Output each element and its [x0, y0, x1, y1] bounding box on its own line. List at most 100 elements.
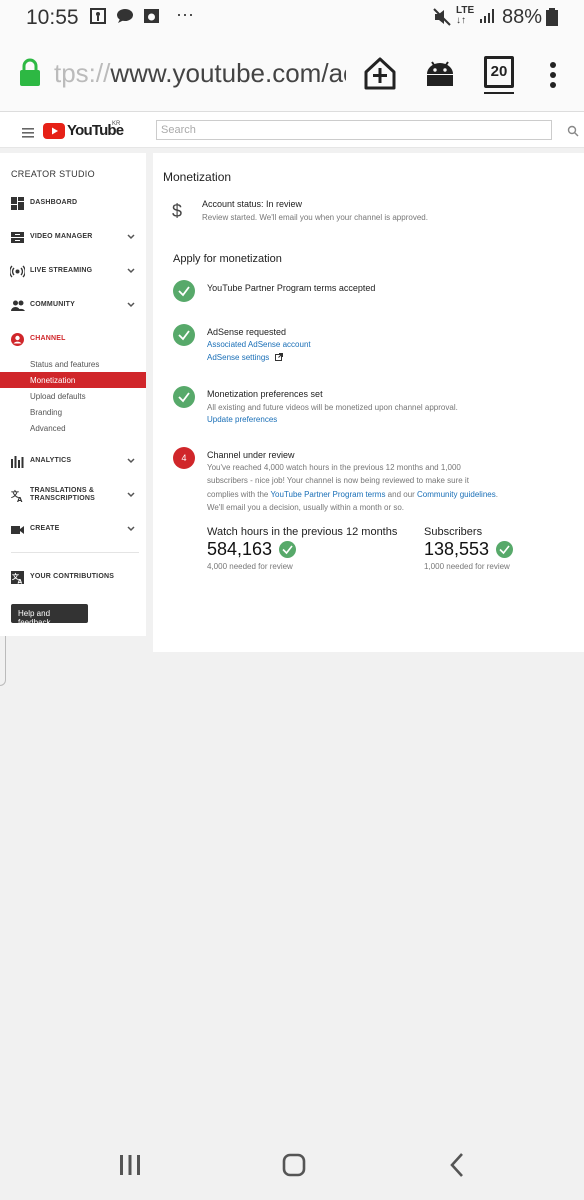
chevron-down-icon[interactable] — [126, 266, 136, 276]
youtube-play-icon — [43, 123, 65, 139]
link-label: AdSense settings — [207, 353, 270, 362]
sub-item-label: Branding — [30, 408, 63, 417]
sidebar-item-video-manager[interactable]: VIDEO MANAGER — [0, 224, 146, 250]
sidebar-item-dashboard[interactable]: DASHBOARD — [0, 190, 146, 216]
more-notifications-icon: ··· — [176, 4, 194, 24]
status-bar: 10:55 ··· LTE ↓↑ 88% — [0, 0, 584, 36]
channel-sub-advanced[interactable]: Advanced — [0, 420, 146, 436]
step-title: YouTube Partner Program terms accepted — [207, 283, 376, 293]
lte-indicator: LTE ↓↑ — [456, 5, 475, 26]
battery-icon — [546, 8, 558, 31]
channel-sub-status[interactable]: Status and features — [0, 356, 146, 372]
battery-percent: 88% — [501, 6, 542, 28]
sidebar-item-your-contributions[interactable]: 文A YOUR CONTRIBUTIONS — [0, 564, 146, 590]
sidebar-divider — [11, 552, 139, 553]
svg-text:A: A — [18, 579, 23, 585]
update-preferences-link[interactable]: Update preferences — [207, 415, 277, 424]
sidebar-item-translations[interactable]: 文A TRANSLATIONS & TRANSCRIPTIONS — [0, 482, 146, 510]
chevron-down-icon[interactable] — [126, 490, 136, 500]
sidebar-item-analytics[interactable]: ANALYTICS — [0, 448, 146, 474]
subscribers-value: 138,553 — [424, 539, 490, 559]
video-manager-icon — [11, 232, 24, 243]
lock-icon[interactable] — [18, 58, 42, 93]
sidebar-item-community[interactable]: COMMUNITY — [0, 292, 146, 318]
help-feedback-button[interactable]: Help and feedback — [11, 604, 88, 627]
tab-count: 20 — [490, 63, 508, 80]
recent-apps-icon[interactable] — [118, 1154, 142, 1181]
stat-label: Subscribers — [424, 526, 483, 538]
browser-toolbar: tps://www.youtube.com/ac 20 — [0, 36, 584, 112]
step-title: Channel under review — [207, 450, 295, 460]
sub-item-label: Advanced — [30, 424, 66, 433]
gallery-icon — [143, 8, 160, 29]
sub-item-label: Monetization — [30, 376, 76, 385]
step-number-badge: 4 — [173, 447, 195, 469]
check-icon — [173, 280, 195, 302]
channel-sub-monetization[interactable]: Monetization — [0, 372, 146, 388]
adsense-settings-link[interactable]: AdSense settings — [207, 353, 283, 362]
sidebar-item-live-streaming[interactable]: LIVE STREAMING — [0, 258, 146, 284]
sub-item-label: Upload defaults — [30, 392, 86, 401]
step-desc: We'll email you a decision, usually with… — [207, 503, 405, 512]
add-to-home-icon[interactable] — [362, 56, 398, 97]
community-guidelines-link[interactable]: Community guidelines — [417, 490, 496, 499]
stat-label: Watch hours in the previous 12 months — [207, 526, 398, 538]
youtube-header: YouTube KR Search — [0, 112, 584, 148]
home-icon[interactable] — [282, 1153, 306, 1182]
check-icon — [279, 541, 296, 558]
chat-icon — [116, 8, 134, 29]
watch-hours-value: 584,163 — [207, 539, 273, 559]
address-bar[interactable]: tps://www.youtube.com/ac — [54, 58, 346, 92]
creator-studio-sidebar: CREATOR STUDIO DASHBOARD VIDEO MANAGER L… — [0, 153, 146, 636]
channel-sub-branding[interactable]: Branding — [0, 404, 146, 420]
video-camera-icon — [11, 526, 24, 534]
back-icon[interactable] — [448, 1152, 466, 1183]
svg-text:A: A — [17, 496, 23, 502]
associated-adsense-link[interactable]: Associated AdSense account — [207, 340, 311, 349]
channel-sub-upload-defaults[interactable]: Upload defaults — [0, 388, 146, 404]
page-title: Monetization — [163, 170, 232, 184]
chevron-down-icon[interactable] — [126, 300, 136, 310]
signal-icon — [479, 8, 495, 29]
hamburger-menu-icon[interactable] — [22, 125, 34, 143]
sidebar-item-create[interactable]: CREATE — [0, 516, 146, 542]
step-title: AdSense requested — [207, 327, 287, 337]
sidebar-item-label: TRANSCRIPTIONS — [30, 495, 96, 502]
chevron-down-icon[interactable] — [126, 232, 136, 242]
sidebar-item-label: LIVE STREAMING — [30, 267, 93, 274]
channel-icon — [11, 333, 24, 346]
analytics-icon — [11, 456, 24, 468]
sidebar-item-label: CREATE — [30, 525, 60, 532]
monetization-panel: Monetization $ Account status: In review… — [153, 153, 584, 652]
community-icon — [11, 300, 25, 311]
external-link-icon — [274, 353, 283, 361]
chevron-down-icon[interactable] — [126, 456, 136, 466]
partner-program-terms-link[interactable]: YouTube Partner Program terms — [270, 490, 385, 499]
sidebar-item-channel[interactable]: CHANNEL — [0, 326, 146, 352]
step-desc: complies with the YouTube Partner Progra… — [207, 490, 498, 499]
android-nav-bar — [0, 1130, 584, 1200]
dashboard-icon — [11, 197, 24, 210]
step-desc: You've reached 4,000 watch hours in the … — [207, 463, 461, 472]
sidebar-item-label: YOUR CONTRIBUTIONS — [30, 573, 115, 580]
overflow-menu-icon[interactable] — [548, 60, 558, 95]
apply-heading: Apply for monetization — [173, 253, 282, 265]
step-title: Monetization preferences set — [207, 389, 323, 399]
check-icon — [173, 324, 195, 346]
account-status: Account status: In review — [202, 199, 303, 209]
tab-switcher-button[interactable]: 20 — [484, 56, 514, 88]
translate-icon: 文A — [11, 489, 23, 502]
sidebar-item-label: TRANSLATIONS & — [30, 487, 95, 494]
accessibility-icon — [90, 8, 106, 29]
stat-note: 1,000 needed for review — [424, 562, 510, 571]
account-status-desc: Review started. We'll email you when you… — [202, 213, 428, 222]
search-input[interactable]: Search — [156, 120, 552, 140]
dollar-icon: $ — [172, 201, 183, 221]
android-icon[interactable] — [424, 60, 456, 93]
translate-icon: 文A — [11, 571, 24, 584]
chevron-down-icon[interactable] — [126, 524, 136, 534]
sidebar-title: CREATOR STUDIO — [11, 169, 95, 179]
step-desc: All existing and future videos will be m… — [207, 403, 458, 412]
sidebar-item-label: CHANNEL — [30, 335, 66, 342]
search-icon[interactable] — [567, 124, 579, 142]
